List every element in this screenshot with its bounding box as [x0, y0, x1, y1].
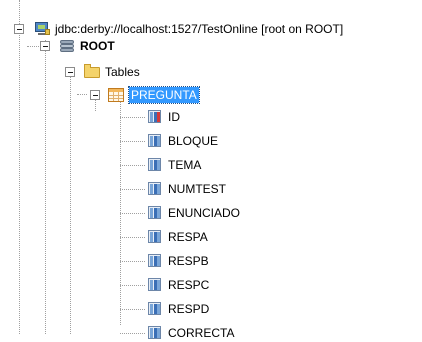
- column-icon: [147, 229, 163, 245]
- column-label: RESPA: [168, 230, 208, 244]
- tree-node-column[interactable]: BLOQUE: [147, 132, 218, 150]
- column-label: TEMA: [168, 158, 202, 172]
- column-icon: [147, 157, 163, 173]
- column-icon: [147, 133, 163, 149]
- tree-node-column[interactable]: NUMTEST: [147, 180, 226, 198]
- column-icon: [147, 253, 163, 269]
- tree-connector: [120, 117, 145, 118]
- folder-label: Tables: [105, 65, 140, 79]
- collapse-tables-toggle[interactable]: [65, 67, 75, 77]
- schema-icon: [59, 38, 75, 54]
- collapse-table-toggle[interactable]: [90, 90, 100, 100]
- tree-node-column[interactable]: RESPA: [147, 228, 208, 246]
- column-label: ID: [168, 110, 180, 124]
- tree-connector: [120, 237, 145, 238]
- tree-node-column[interactable]: RESPD: [147, 300, 209, 318]
- tree-node-table[interactable]: PREGUNTA: [108, 86, 200, 104]
- tree-node-column[interactable]: RESPB: [147, 252, 209, 270]
- tree-connector: [120, 261, 145, 262]
- tree-node-column[interactable]: TEMA: [147, 156, 201, 174]
- tree-guide-line: [120, 98, 121, 325]
- column-label: BLOQUE: [168, 134, 219, 148]
- column-icon: [147, 205, 163, 221]
- tree-guide-line: [70, 74, 71, 334]
- column-label: RESPD: [168, 302, 210, 316]
- table-icon: [108, 87, 124, 103]
- column-label: RESPB: [168, 254, 209, 268]
- tree-guide-line: [19, 0, 20, 334]
- column-icon: [147, 277, 163, 293]
- column-icon: [147, 181, 163, 197]
- column-label: RESPC: [168, 278, 210, 292]
- tree-connector: [120, 141, 145, 142]
- database-connection-icon: [34, 21, 50, 37]
- tree-connector: [120, 189, 145, 190]
- tree-connector: [120, 309, 145, 310]
- tree-node-column[interactable]: CORRECTA: [147, 324, 234, 342]
- tree-connector: [120, 165, 145, 166]
- tree-connector: [77, 94, 87, 95]
- tree-node-connection[interactable]: jdbc:derby://localhost:1527/TestOnline […: [34, 20, 343, 38]
- tree-node-column[interactable]: ENUNCIADO: [147, 204, 240, 222]
- primary-key-column-icon: [147, 109, 163, 125]
- tree-node-schema[interactable]: ROOT: [59, 37, 115, 55]
- folder-icon: [84, 64, 100, 80]
- collapse-schema-toggle[interactable]: [40, 41, 50, 51]
- column-icon: [147, 325, 163, 341]
- collapse-connection-toggle[interactable]: [14, 24, 24, 34]
- tree-node-tables-folder[interactable]: Tables: [84, 63, 140, 81]
- schema-label: ROOT: [80, 39, 115, 53]
- column-label: CORRECTA: [168, 326, 235, 340]
- connection-label: jdbc:derby://localhost:1527/TestOnline […: [55, 22, 344, 36]
- column-label: NUMTEST: [168, 182, 226, 196]
- table-label: PREGUNTA: [128, 86, 200, 104]
- column-label: ENUNCIADO: [168, 206, 241, 220]
- tree-node-column[interactable]: ID: [147, 108, 180, 126]
- tree-connector: [120, 213, 145, 214]
- tree-node-column[interactable]: RESPC: [147, 276, 209, 294]
- database-explorer-tree: jdbc:derby://localhost:1527/TestOnline […: [0, 0, 422, 340]
- tree-connector: [120, 285, 145, 286]
- column-icon: [147, 301, 163, 317]
- tree-guide-line: [45, 40, 46, 334]
